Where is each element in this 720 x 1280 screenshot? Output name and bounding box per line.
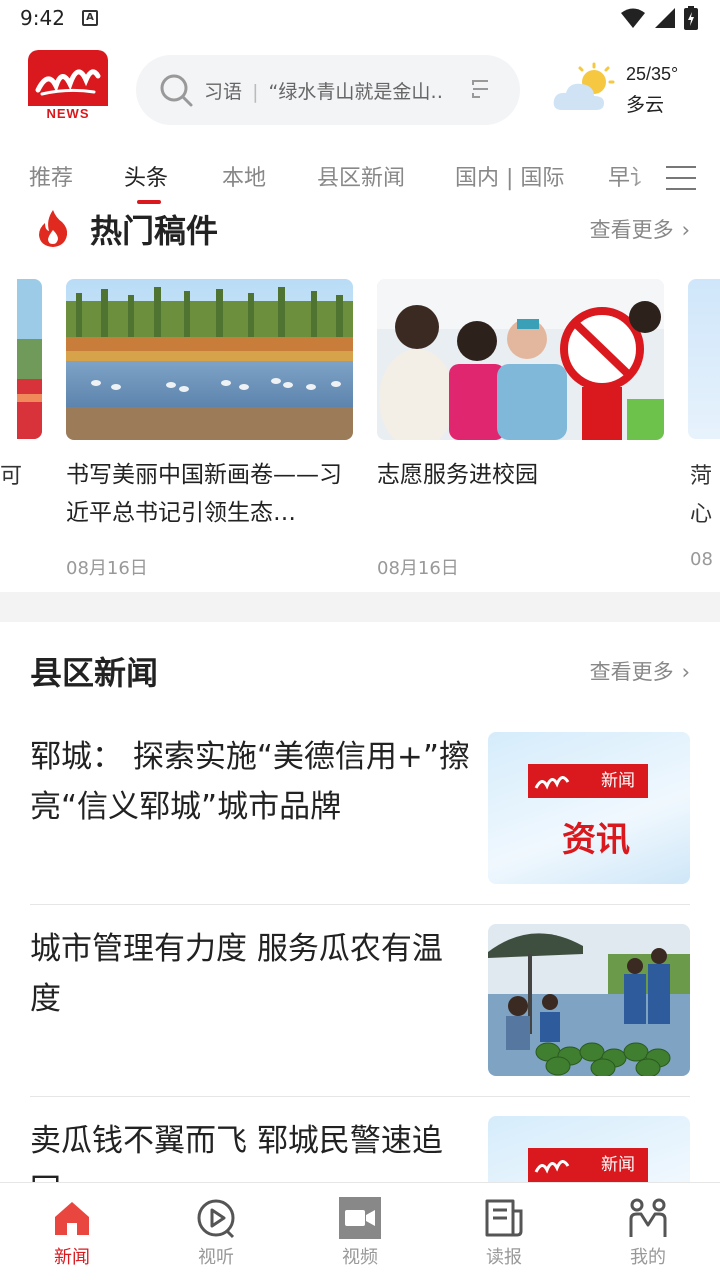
scan-icon[interactable] bbox=[472, 80, 490, 98]
news-thumbnail: 新闻 资讯 bbox=[488, 732, 690, 884]
logo-news-text: NEWS bbox=[46, 106, 90, 121]
channel-menu-icon[interactable] bbox=[666, 166, 696, 192]
county-more-link[interactable]: 查看更多 › bbox=[590, 656, 690, 686]
hot-card-image bbox=[377, 279, 664, 440]
nav-news-label: 新闻 bbox=[54, 1247, 90, 1268]
chevron-right-icon: › bbox=[681, 218, 690, 242]
search-icon bbox=[160, 74, 193, 107]
news-list-item[interactable]: 城市管理有力度 服务瓜农有温度 bbox=[30, 924, 690, 1076]
hot-card-image bbox=[66, 279, 353, 440]
logo-mark bbox=[28, 50, 108, 106]
nav-video[interactable]: 视频 bbox=[288, 1183, 432, 1280]
weather-temperature: 25/35° bbox=[626, 64, 679, 84]
partly-cloudy-icon bbox=[553, 62, 615, 110]
hot-card[interactable]: 志愿服务进校园 08月16日 bbox=[377, 279, 664, 580]
play-circle-icon bbox=[197, 1199, 235, 1239]
user-icon bbox=[629, 1198, 667, 1237]
header: NEWS 习语 | “绿水青山就是金山… 25/35° 多云 bbox=[0, 40, 720, 138]
tab-local[interactable]: 本地 bbox=[222, 160, 266, 192]
app-logo[interactable]: NEWS bbox=[28, 50, 108, 124]
search-prefix: 习语 bbox=[204, 81, 243, 103]
tab-domestic-international[interactable]: 国内 | 国际 bbox=[455, 160, 564, 192]
hot-card-partial-right-title-2: 心 bbox=[690, 502, 713, 527]
hot-articles-header: 热门稿件 查看更多 › bbox=[0, 200, 720, 256]
nav-newspaper-label: 读报 bbox=[486, 1247, 522, 1268]
status-icons bbox=[620, 6, 698, 30]
hot-card-title: 书写美丽中国新画卷——习近平总书记引领生态… bbox=[66, 462, 342, 526]
bottom-navigation: 新闻 视听 视频 读报 我的 bbox=[0, 1182, 720, 1280]
tabs-fade bbox=[630, 150, 670, 206]
battery-icon bbox=[684, 6, 698, 30]
hot-card-date: 08月16日 bbox=[66, 558, 148, 579]
search-divider: | bbox=[252, 81, 259, 103]
fire-icon bbox=[39, 210, 68, 247]
list-divider bbox=[30, 1096, 690, 1097]
news-thumbnail bbox=[488, 924, 690, 1076]
search-hint: “绿水青山就是金山… bbox=[268, 81, 444, 103]
news-title: 郓城： 探索实施“美德信用+”擦亮“信义郓城”城市品牌 bbox=[30, 739, 470, 825]
thumb-badge-label: 新闻 bbox=[588, 764, 648, 798]
news-list-item[interactable]: 郓城： 探索实施“美德信用+”擦亮“信义郓城”城市品牌 新闻 资讯 bbox=[30, 732, 690, 884]
status-bar: 9:42 A bbox=[0, 0, 720, 36]
thumb-badge: 新闻 bbox=[528, 764, 648, 798]
notification-icon: A bbox=[82, 10, 98, 26]
thumb-big-text: 资讯 bbox=[562, 820, 630, 860]
wifi-icon bbox=[621, 8, 645, 28]
weather-description: 多云 bbox=[626, 94, 665, 116]
thumb-badge-label: 新闻 bbox=[588, 1148, 648, 1182]
county-news-title: 县区新闻 bbox=[30, 654, 159, 692]
tab-county-news[interactable]: 县区新闻 bbox=[317, 160, 405, 192]
hot-card-partial-left[interactable] bbox=[17, 279, 42, 439]
county-more-label: 查看更多 bbox=[589, 660, 674, 684]
tab-recommend[interactable]: 推荐 bbox=[29, 160, 73, 192]
hot-more-label: 查看更多 bbox=[589, 218, 674, 242]
nav-mine[interactable]: 我的 bbox=[576, 1183, 720, 1280]
hot-card-partial-right-title-1: 菏 bbox=[690, 464, 713, 489]
nav-news[interactable]: 新闻 bbox=[0, 1183, 144, 1280]
hot-card-date: 08月16日 bbox=[377, 558, 459, 579]
nav-audio-visual[interactable]: 视听 bbox=[144, 1183, 288, 1280]
hot-card-title: 志愿服务进校园 bbox=[377, 462, 538, 488]
hot-more-link[interactable]: 查看更多 › bbox=[590, 214, 690, 244]
hot-card-partial-right-date: 08 bbox=[690, 549, 713, 570]
home-icon bbox=[55, 1202, 89, 1235]
search-bar[interactable]: 习语 | “绿水青山就是金山… bbox=[136, 55, 520, 125]
tab-headlines[interactable]: 头条 bbox=[124, 160, 168, 192]
hot-articles-title: 热门稿件 bbox=[90, 212, 219, 250]
nav-video-label: 视频 bbox=[342, 1247, 378, 1268]
signal-icon bbox=[655, 8, 675, 28]
status-time: 9:42 bbox=[20, 6, 65, 30]
list-divider bbox=[30, 904, 690, 905]
hot-card-partial-right[interactable] bbox=[688, 279, 720, 439]
channel-tabs: 推荐 头条 本地 县区新闻 国内 | 国际 早讠 bbox=[0, 150, 720, 206]
hot-card[interactable]: 书写美丽中国新画卷——习近平总书记引领生态… 08月16日 bbox=[66, 279, 353, 580]
newspaper-icon bbox=[485, 1199, 523, 1237]
section-separator bbox=[0, 592, 720, 622]
hot-card-partial-left-title: 可 bbox=[0, 464, 23, 489]
nav-audio-visual-label: 视听 bbox=[198, 1247, 234, 1268]
news-title: 城市管理有力度 服务瓜农有温度 bbox=[30, 931, 443, 1017]
search-placeholder: 习语 | “绿水青山就是金山… bbox=[204, 77, 444, 104]
nav-mine-label: 我的 bbox=[630, 1247, 666, 1268]
video-camera-icon bbox=[339, 1197, 381, 1239]
chevron-right-icon: › bbox=[681, 660, 690, 684]
nav-newspaper[interactable]: 读报 bbox=[432, 1183, 576, 1280]
thumb-badge: 新闻 bbox=[528, 1148, 648, 1182]
